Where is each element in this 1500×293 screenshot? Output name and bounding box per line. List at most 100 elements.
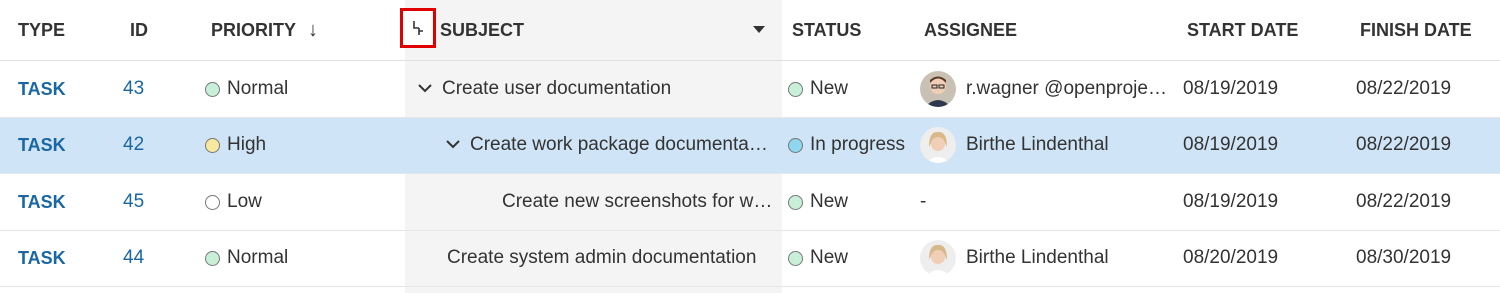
id-cell: 43 xyxy=(123,61,183,117)
table-row[interactable]: TASK 44 Normal Create system admin document… xyxy=(0,230,1500,287)
type-link[interactable]: TASK xyxy=(18,192,66,213)
header-type-label: TYPE xyxy=(18,19,66,40)
header-assignee[interactable]: ASSIGNEE xyxy=(924,0,1174,60)
status-label: New xyxy=(810,78,849,99)
start-date-cell[interactable]: 08/19/2019 xyxy=(1183,117,1333,173)
subject-cell[interactable]: Create user documentation xyxy=(410,61,782,117)
status-cell[interactable]: New xyxy=(788,174,918,230)
id-link[interactable]: 44 xyxy=(123,247,144,269)
id-link[interactable]: 42 xyxy=(123,134,144,156)
status-cell[interactable]: New xyxy=(788,230,918,286)
avatar xyxy=(920,71,956,107)
avatar xyxy=(920,127,956,163)
status-dot-icon xyxy=(788,137,803,153)
subject-cell[interactable]: Create work package documenta… xyxy=(410,117,782,173)
type-link[interactable]: TASK xyxy=(18,79,66,100)
table-row[interactable]: TASK 43 Normal Create user documentation New… xyxy=(0,61,1500,118)
status-label: New xyxy=(810,191,849,212)
finish-date-cell[interactable]: 08/22/2019 xyxy=(1356,61,1496,117)
start-date-cell[interactable]: 08/19/2019 xyxy=(1183,174,1333,230)
table-header: TYPE ID PRIORITY ↓ SUBJECT STATUS ASSIGN… xyxy=(0,0,1500,61)
avatar xyxy=(920,240,956,276)
priority-label: High xyxy=(227,134,267,155)
status-cell[interactable]: New xyxy=(788,61,918,117)
header-type[interactable]: TYPE xyxy=(18,0,98,60)
id-link[interactable]: 43 xyxy=(123,78,144,100)
assignee-cell[interactable]: Birthe Lindenthal xyxy=(920,230,1170,286)
start-date-label: 08/19/2019 xyxy=(1183,134,1279,155)
finish-date-cell[interactable]: 08/22/2019 xyxy=(1356,174,1496,230)
priority-dot-icon xyxy=(205,194,220,210)
finish-date-cell[interactable]: 08/30/2019 xyxy=(1356,230,1496,286)
subject-label: Create system admin documentation xyxy=(447,247,757,268)
type-cell: TASK xyxy=(18,174,98,230)
header-start-date[interactable]: START DATE xyxy=(1187,0,1337,60)
header-finish-date-label: FINISH DATE xyxy=(1360,19,1472,40)
priority-cell[interactable]: Normal xyxy=(205,230,395,286)
priority-label: Normal xyxy=(227,247,289,268)
hierarchy-icon xyxy=(413,21,423,35)
finish-date-label: 08/22/2019 xyxy=(1356,134,1452,155)
assignee-label: Birthe Lindenthal xyxy=(966,134,1109,155)
status-label: In progress xyxy=(810,134,906,155)
id-cell: 44 xyxy=(123,230,183,286)
type-cell: TASK xyxy=(18,117,98,173)
priority-label: Normal xyxy=(227,78,289,99)
type-cell: TASK xyxy=(18,230,98,286)
header-subject-label: SUBJECT xyxy=(440,19,525,40)
subject-cell[interactable]: Create new screenshots for w… xyxy=(410,174,782,230)
table-row[interactable]: TASK 42 High Create work package documenta…… xyxy=(0,117,1500,174)
priority-dot-icon xyxy=(205,250,220,266)
subject-cell[interactable]: Create system admin documentation xyxy=(410,230,782,286)
finish-date-label: 08/22/2019 xyxy=(1356,78,1452,99)
id-cell: 42 xyxy=(123,117,183,173)
status-label: New xyxy=(810,247,849,268)
header-assignee-label: ASSIGNEE xyxy=(924,19,1018,40)
subject-label: Create work package documenta… xyxy=(470,134,768,155)
type-link[interactable]: TASK xyxy=(18,248,66,269)
header-status[interactable]: STATUS xyxy=(792,0,922,60)
header-id-label: ID xyxy=(130,19,148,40)
assignee-label: Birthe Lindenthal xyxy=(966,247,1109,268)
finish-date-label: 08/30/2019 xyxy=(1356,247,1452,268)
start-date-label: 08/19/2019 xyxy=(1183,191,1279,212)
chevron-down-icon[interactable] xyxy=(418,80,442,98)
assignee-cell[interactable]: r.wagner @openproje… xyxy=(920,61,1170,117)
priority-cell[interactable]: Normal xyxy=(205,61,395,117)
type-link[interactable]: TASK xyxy=(18,135,66,156)
assignee-label: r.wagner @openproje… xyxy=(966,78,1167,99)
sort-descending-icon[interactable]: ↓ xyxy=(308,19,318,42)
id-link[interactable]: 45 xyxy=(123,191,144,213)
priority-label: Low xyxy=(227,191,262,212)
assignee-cell[interactable]: - xyxy=(920,174,1170,230)
header-priority[interactable]: PRIORITY ↓ xyxy=(211,0,401,60)
assignee-cell[interactable]: Birthe Lindenthal xyxy=(920,117,1170,173)
start-date-label: 08/19/2019 xyxy=(1183,78,1279,99)
work-package-table: TYPE ID PRIORITY ↓ SUBJECT STATUS ASSIGN… xyxy=(0,0,1500,293)
header-id[interactable]: ID xyxy=(130,0,190,60)
header-finish-date[interactable]: FINISH DATE xyxy=(1360,0,1500,60)
header-subject[interactable]: SUBJECT xyxy=(440,0,524,60)
assignee-label: - xyxy=(920,191,927,212)
table-row[interactable]: TASK 45 Low Create new screenshots for w… Ne… xyxy=(0,174,1500,231)
subject-label: Create user documentation xyxy=(442,78,672,99)
hierarchy-toggle-button[interactable] xyxy=(400,8,436,48)
finish-date-cell[interactable]: 08/22/2019 xyxy=(1356,117,1496,173)
header-priority-label: PRIORITY xyxy=(211,19,297,40)
priority-cell[interactable]: Low xyxy=(205,174,395,230)
status-dot-icon xyxy=(788,81,803,97)
status-dot-icon xyxy=(788,194,803,210)
status-dot-icon xyxy=(788,250,803,266)
type-cell: TASK xyxy=(18,61,98,117)
status-cell[interactable]: In progress xyxy=(788,117,918,173)
start-date-cell[interactable]: 08/20/2019 xyxy=(1183,230,1333,286)
chevron-down-icon[interactable] xyxy=(446,136,470,154)
caret-down-icon[interactable] xyxy=(752,0,766,60)
header-start-date-label: START DATE xyxy=(1187,19,1299,40)
subject-label: Create new screenshots for w… xyxy=(502,191,773,212)
id-cell: 45 xyxy=(123,174,183,230)
priority-cell[interactable]: High xyxy=(205,117,395,173)
header-status-label: STATUS xyxy=(792,19,862,40)
start-date-cell[interactable]: 08/19/2019 xyxy=(1183,61,1333,117)
finish-date-label: 08/22/2019 xyxy=(1356,191,1452,212)
